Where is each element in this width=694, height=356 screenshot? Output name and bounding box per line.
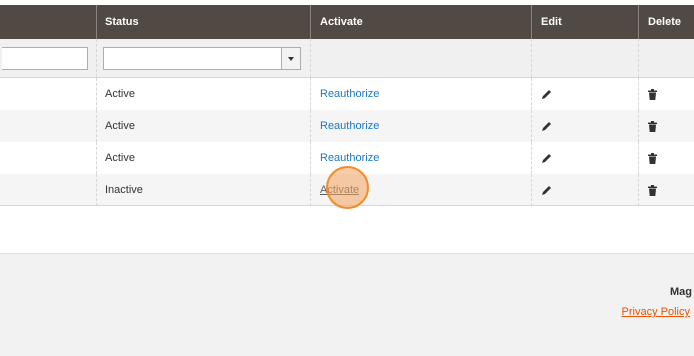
column-header-status[interactable]: Status [97,5,311,39]
status-value: Active [105,88,135,100]
footer-brand-text: Mag [670,286,692,298]
filter-cell-status [97,39,311,77]
column-header-edit: Edit [532,5,639,39]
delete-cell [639,142,694,174]
table-row: Active Reauthorize [0,110,694,142]
name-cell [0,142,97,174]
activate-cell: Reauthorize [311,78,532,110]
pencil-icon[interactable] [541,89,552,100]
trash-icon[interactable] [648,120,657,132]
reauthorize-link[interactable]: Reauthorize [320,152,379,164]
pencil-icon[interactable] [541,153,552,164]
filter-cell-name [0,39,97,77]
status-value: Active [105,120,135,132]
integrations-grid: Status Activate Edit Delete Active Reaut… [0,5,694,206]
column-header-name[interactable] [0,5,97,39]
grid-bottom-divider [0,205,694,206]
edit-cell [532,110,639,142]
chevron-down-icon[interactable] [281,47,300,69]
name-cell [0,174,97,206]
grid-filter-row [0,39,694,78]
status-value: Inactive [105,184,143,196]
integrations-grid-page: Status Activate Edit Delete Active Reaut… [0,0,694,356]
pencil-icon[interactable] [541,185,552,196]
trash-icon[interactable] [648,152,657,164]
status-value: Active [105,152,135,164]
name-filter-input[interactable] [2,46,88,70]
trash-icon[interactable] [648,184,657,196]
trash-icon[interactable] [648,88,657,100]
status-cell: Active [97,142,311,174]
activate-link[interactable]: Activate [320,184,359,196]
privacy-policy-link[interactable]: Privacy Policy [622,306,690,318]
grid-header-row: Status Activate Edit Delete [0,5,694,39]
delete-cell [639,110,694,142]
activate-cell: Activate [311,174,532,206]
activate-cell: Reauthorize [311,142,532,174]
edit-cell [532,142,639,174]
filter-cell-delete [639,39,694,77]
status-cell: Inactive [97,174,311,206]
edit-cell [532,174,639,206]
table-row: Inactive Activate [0,174,694,206]
table-row: Active Reauthorize [0,78,694,110]
reauthorize-link[interactable]: Reauthorize [320,120,379,132]
status-filter-select[interactable] [103,46,301,70]
status-cell: Active [97,78,311,110]
column-header-activate[interactable]: Activate [311,5,532,39]
delete-cell [639,78,694,110]
name-cell [0,110,97,142]
table-row: Active Reauthorize [0,142,694,174]
reauthorize-link[interactable]: Reauthorize [320,88,379,100]
filter-cell-edit [532,39,639,77]
activate-cell: Reauthorize [311,110,532,142]
status-cell: Active [97,110,311,142]
column-header-delete: Delete [648,16,682,28]
name-cell [0,78,97,110]
filter-cell-activate [311,39,532,77]
edit-cell [532,78,639,110]
page-footer: Mag Privacy Policy [0,253,694,356]
delete-cell [639,174,694,206]
pencil-icon[interactable] [541,121,552,132]
